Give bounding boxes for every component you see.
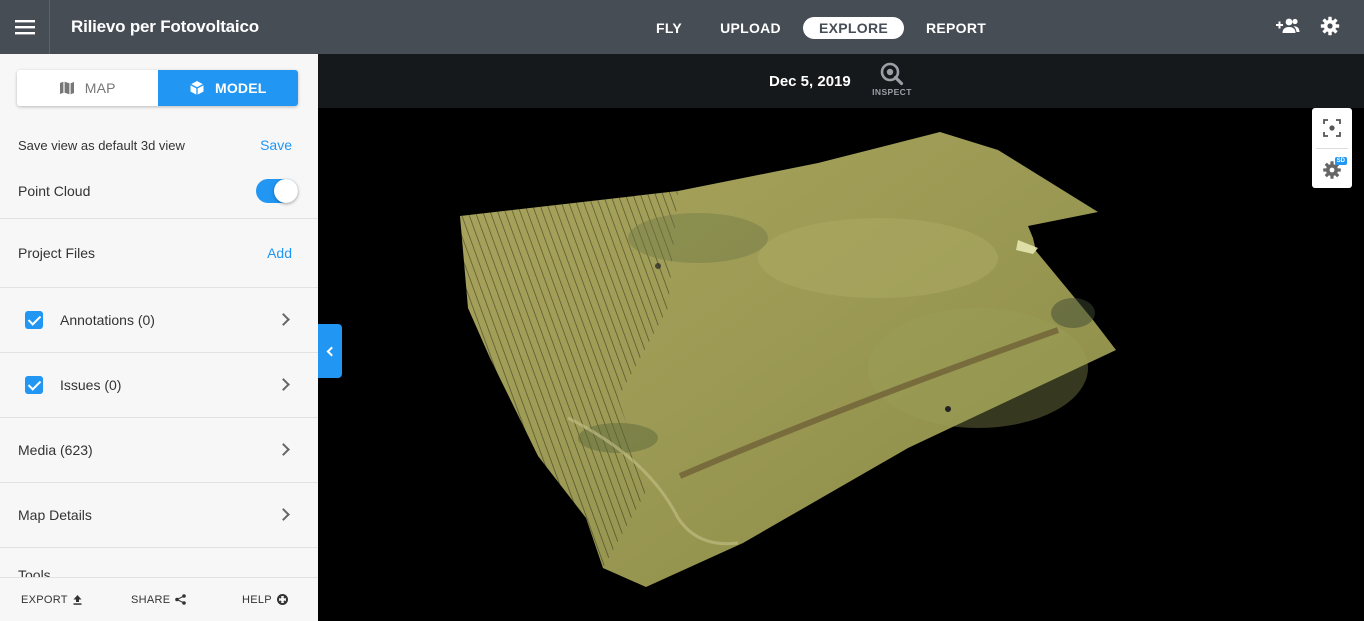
- chevron-right-icon[interactable]: [277, 443, 290, 456]
- nav-fly[interactable]: FLY: [640, 17, 698, 39]
- save-view-label: Save view as default 3d view: [18, 137, 185, 153]
- issues-row[interactable]: Issues (0): [0, 352, 318, 417]
- focus-button[interactable]: [1312, 108, 1352, 148]
- viewer-tools: SD: [1312, 108, 1352, 188]
- 3d-settings-button[interactable]: SD: [1312, 149, 1352, 189]
- toggle-knob: [274, 179, 298, 203]
- header-actions: [1276, 16, 1340, 36]
- point-cloud-row: Point Cloud: [0, 178, 318, 204]
- nav-explore[interactable]: EXPLORE: [802, 17, 904, 39]
- capture-date-bar: Dec 5, 2019 INSPECT: [318, 54, 1364, 108]
- menu-icon: [14, 20, 35, 35]
- view-mode-toggle: MAP MODEL: [17, 70, 298, 106]
- add-user-icon: [1276, 18, 1300, 33]
- map-details-row[interactable]: Map Details: [0, 482, 318, 547]
- sidebar: MAP MODEL Save view as default 3d view S…: [0, 54, 318, 621]
- menu-button[interactable]: [0, 0, 50, 54]
- annotations-label: Annotations (0): [60, 311, 155, 328]
- media-row[interactable]: Media (623): [0, 417, 318, 482]
- project-files-label: Project Files: [18, 244, 96, 261]
- share-button[interactable]: SHARE: [131, 593, 187, 606]
- map-mode-button[interactable]: MAP: [17, 70, 158, 106]
- share-label: SHARE: [131, 593, 171, 606]
- nav-report[interactable]: REPORT: [910, 17, 1002, 39]
- add-file-button[interactable]: Add: [267, 245, 292, 261]
- lifebuoy-icon: [276, 594, 288, 605]
- share-icon: [175, 594, 187, 605]
- inspect-magnifier-icon: [880, 62, 904, 86]
- gear-icon: [1320, 16, 1340, 36]
- project-files-row: Project Files Add: [0, 218, 318, 287]
- chevron-right-icon[interactable]: [277, 508, 290, 521]
- point-cloud-model[interactable]: [318, 108, 1364, 621]
- sidebar-footer: EXPORT SHARE HELP: [0, 577, 318, 621]
- help-label: HELP: [242, 593, 272, 606]
- help-button[interactable]: HELP: [242, 594, 288, 606]
- model-mode-label: MODEL: [214, 80, 267, 96]
- issues-label: Issues (0): [60, 376, 122, 393]
- issues-checkbox[interactable]: [25, 375, 43, 394]
- map-details-label: Map Details: [18, 506, 92, 523]
- chevron-right-icon[interactable]: [277, 313, 290, 326]
- export-label: EXPORT: [21, 593, 68, 606]
- sd-badge: SD: [1334, 157, 1347, 165]
- annotations-row[interactable]: Annotations (0): [0, 287, 318, 352]
- cube-icon: [190, 81, 204, 95]
- chevron-right-icon[interactable]: [277, 378, 290, 391]
- top-bar: Rilievo per Fotovoltaico FLY UPLOAD EXPL…: [0, 0, 1364, 54]
- focus-icon: [1323, 119, 1341, 137]
- 3d-model-viewer[interactable]: [318, 108, 1364, 621]
- add-user-button[interactable]: [1276, 17, 1300, 35]
- map-mode-label: MAP: [84, 80, 116, 96]
- project-title: Rilievo per Fotovoltaico: [71, 17, 259, 36]
- upload-icon: [73, 594, 82, 605]
- media-label: Media (623): [18, 441, 93, 458]
- export-button[interactable]: EXPORT: [21, 594, 82, 606]
- chevron-left-icon: [326, 346, 337, 356]
- save-view-button[interactable]: Save: [260, 137, 292, 153]
- point-cloud-label: Point Cloud: [18, 183, 91, 199]
- collapse-sidebar-button[interactable]: [318, 324, 342, 378]
- inspect-button[interactable]: INSPECT: [869, 62, 915, 97]
- point-cloud-toggle[interactable]: [256, 179, 298, 203]
- inspect-label: INSPECT: [872, 87, 912, 97]
- divider: [0, 547, 318, 548]
- settings-button[interactable]: [1320, 16, 1340, 36]
- map-icon: [59, 81, 74, 95]
- capture-date: Dec 5, 2019: [769, 73, 851, 90]
- nav-upload[interactable]: UPLOAD: [704, 17, 797, 39]
- save-view-row: Save view as default 3d view Save: [0, 134, 318, 156]
- main-nav: FLY UPLOAD EXPLORE REPORT: [640, 16, 1008, 40]
- annotations-checkbox[interactable]: [25, 310, 43, 329]
- model-mode-button[interactable]: MODEL: [157, 70, 298, 106]
